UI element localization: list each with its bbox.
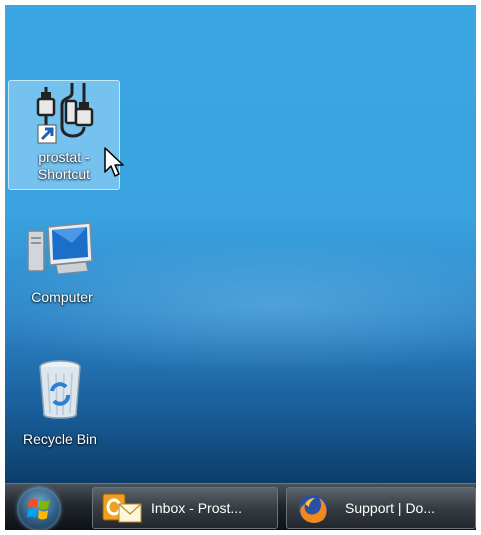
- taskbar: Inbox - Prost... Support | Do...: [5, 483, 476, 530]
- start-button[interactable]: [17, 487, 61, 530]
- taskbar-button-support[interactable]: Support | Do...: [286, 487, 476, 529]
- mouse-cursor-icon: [104, 147, 124, 177]
- windows-start-orb-icon: [27, 498, 50, 520]
- desktop[interactable]: prostat - Shortcut Computer Recycle Bin: [5, 5, 476, 530]
- desktop-icon-computer[interactable]: Computer: [7, 221, 117, 306]
- computer-icon: [27, 222, 93, 275]
- prostat-shortcut-icon: [36, 83, 94, 144]
- desktop-icon-recycle-bin[interactable]: Recycle Bin: [5, 357, 115, 448]
- taskbar-inbox-label: Inbox - Prost...: [151, 500, 243, 516]
- taskbar-button-inbox[interactable]: Inbox - Prost...: [92, 487, 278, 529]
- computer-label: Computer: [31, 289, 93, 305]
- outlook-icon: [102, 493, 142, 523]
- recycle-bin-icon: [39, 360, 81, 419]
- recycle-bin-label: Recycle Bin: [23, 431, 97, 447]
- firefox-icon: [299, 495, 327, 523]
- taskbar-support-label: Support | Do...: [345, 500, 436, 516]
